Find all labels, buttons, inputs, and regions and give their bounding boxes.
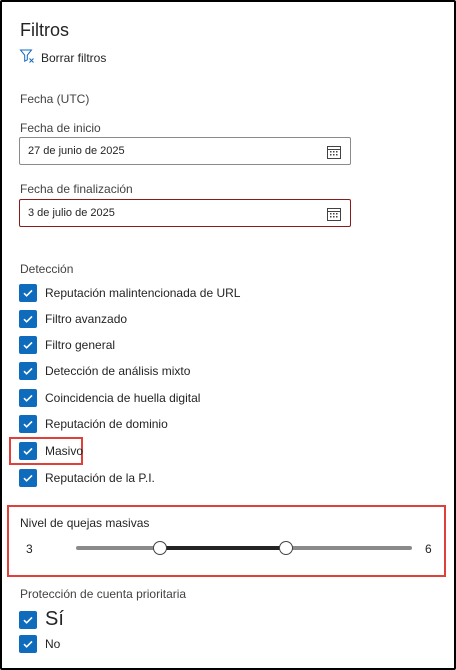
panel-title: Filtros bbox=[20, 20, 69, 40]
checkbox-domain-reputation[interactable]: Reputación de dominio bbox=[19, 415, 168, 433]
end-date-value: 3 de julio de 2025 bbox=[28, 207, 115, 219]
checkbox-checked-icon[interactable] bbox=[19, 469, 37, 487]
checkbox-checked-icon[interactable] bbox=[19, 442, 37, 460]
bulk-slider-min-value: 3 bbox=[26, 542, 33, 556]
checkbox-url-reputation[interactable]: Reputación malintencionada de URL bbox=[19, 284, 240, 302]
checkbox-checked-icon[interactable] bbox=[19, 635, 37, 653]
checkbox-checked-icon[interactable] bbox=[19, 415, 37, 433]
checkbox-label: No bbox=[45, 637, 61, 651]
checkbox-label: Masivo bbox=[45, 444, 84, 458]
checkbox-checked-icon[interactable] bbox=[19, 310, 37, 328]
checkbox-priority-yes[interactable]: Sí bbox=[19, 608, 64, 631]
bulk-slider-max-value: 6 bbox=[425, 542, 432, 556]
checkbox-priority-no[interactable]: No bbox=[19, 635, 60, 653]
bulk-slider-label: Nivel de quejas masivas bbox=[20, 516, 150, 530]
checkbox-label: Filtro avanzado bbox=[45, 312, 128, 326]
checkbox-checked-icon[interactable] bbox=[19, 389, 37, 407]
checkbox-checked-icon[interactable] bbox=[19, 610, 37, 629]
date-section-title: Fecha (UTC) bbox=[20, 92, 90, 106]
start-date-label: Fecha de inicio bbox=[20, 121, 101, 135]
checkbox-bulk[interactable]: Masivo bbox=[19, 442, 83, 460]
bulk-slider-max-thumb[interactable] bbox=[279, 541, 293, 555]
bulk-slider-range bbox=[160, 546, 286, 550]
bulk-slider-min-thumb[interactable] bbox=[153, 541, 167, 555]
start-date-value: 27 de junio de 2025 bbox=[28, 145, 125, 157]
checkbox-label: Filtro general bbox=[45, 338, 116, 352]
checkbox-checked-icon[interactable] bbox=[19, 362, 37, 380]
checkbox-ip-reputation[interactable]: Reputación de la P.I. bbox=[19, 469, 155, 487]
end-date-label: Fecha de finalización bbox=[20, 182, 133, 196]
checkbox-label: Detección de análisis mixto bbox=[45, 364, 191, 378]
checkbox-label: Reputación de la P.I. bbox=[45, 471, 155, 485]
filter-clear-icon bbox=[19, 48, 35, 67]
clear-filters-button[interactable]: Borrar filtros bbox=[19, 48, 106, 67]
priority-section-title: Protección de cuenta prioritaria bbox=[20, 587, 187, 601]
checkbox-checked-icon[interactable] bbox=[19, 336, 37, 354]
checkbox-label: Reputación malintencionada de URL bbox=[45, 286, 241, 300]
checkbox-checked-icon[interactable] bbox=[19, 284, 37, 302]
start-date-field[interactable]: 27 de junio de 2025 bbox=[19, 137, 351, 165]
calendar-icon[interactable] bbox=[326, 144, 342, 160]
checkbox-label: Coincidencia de huella digital bbox=[45, 391, 201, 405]
checkbox-advanced-filter[interactable]: Filtro avanzado bbox=[19, 310, 127, 328]
checkbox-label: Sí bbox=[45, 608, 64, 630]
checkbox-general-filter[interactable]: Filtro general bbox=[19, 336, 115, 354]
detection-section-title: Detección bbox=[20, 262, 74, 276]
checkbox-label: Reputación de dominio bbox=[45, 417, 168, 431]
clear-filters-label: Borrar filtros bbox=[41, 50, 107, 65]
calendar-icon[interactable] bbox=[326, 206, 342, 222]
end-date-field[interactable]: 3 de julio de 2025 bbox=[19, 199, 351, 227]
checkbox-mixed-analysis[interactable]: Detección de análisis mixto bbox=[19, 362, 190, 380]
checkbox-fingerprint[interactable]: Coincidencia de huella digital bbox=[19, 389, 200, 407]
